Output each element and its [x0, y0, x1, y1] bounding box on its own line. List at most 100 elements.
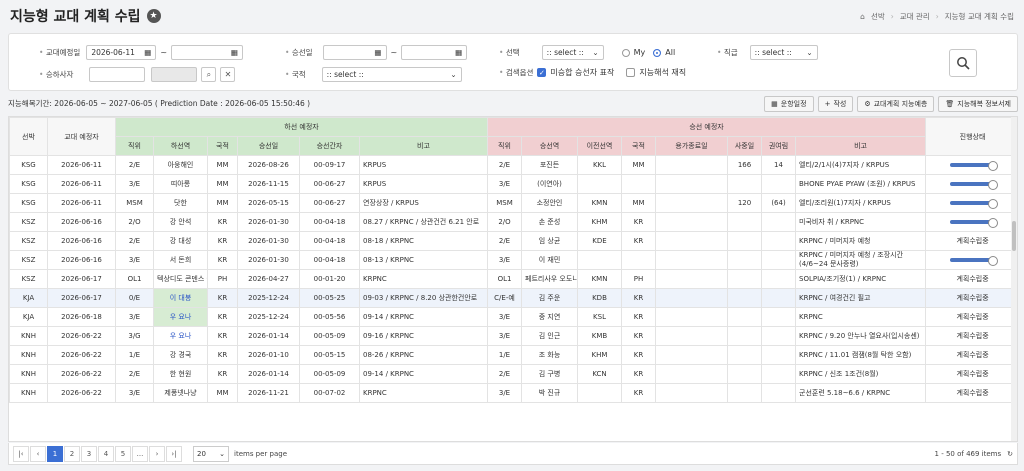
- progress-slider[interactable]: [949, 218, 998, 228]
- table-cell: 임 상균: [521, 231, 578, 251]
- table-cell: 2/O: [487, 212, 522, 232]
- status-cell[interactable]: [925, 155, 1017, 175]
- table-cell: [655, 364, 728, 384]
- table-row[interactable]: KNH 2026-06-22 2/E 한 현원 KR 2026-01-14 00-05-09…: [9, 364, 1017, 384]
- last-page-button[interactable]: ›|: [166, 445, 182, 462]
- chevron-down-icon: ⌄: [592, 48, 599, 57]
- page-size-select[interactable]: 20 ⌄: [193, 445, 229, 462]
- table-row[interactable]: KSG 2026-06-11 MSM 닷한 MM 2026-05-15 00-06-27 연장…: [9, 193, 1017, 213]
- vertical-scrollbar[interactable]: [1011, 117, 1017, 441]
- radio-all[interactable]: [653, 48, 662, 57]
- table-cell: 3/E: [487, 326, 522, 346]
- plan-date-to-input[interactable]: ▦: [171, 45, 244, 60]
- first-page-button[interactable]: |‹: [13, 445, 29, 462]
- column-header[interactable]: 하선역: [153, 136, 208, 156]
- option2-checkbox[interactable]: [626, 68, 636, 77]
- crew-search-button[interactable]: ⌕: [201, 67, 217, 82]
- nation-dropdown[interactable]: :: select :: ⌄: [321, 67, 462, 82]
- column-header[interactable]: 이전선역: [577, 136, 622, 156]
- table-row[interactable]: KSZ 2026-06-16 2/O 강 안석 KR 2026-01-30 00-04-18…: [9, 212, 1017, 232]
- page-button[interactable]: 2: [64, 445, 80, 462]
- table-row[interactable]: KSZ2026-06-17OL1텍상디도 콘덴스 에스세호PH2026-04-2…: [9, 269, 1017, 289]
- page-button[interactable]: 4: [98, 445, 114, 462]
- table-cell: 2025-12-24: [237, 307, 300, 327]
- option1-checkbox[interactable]: ✓: [537, 68, 547, 77]
- table-row[interactable]: KSZ 2026-06-16 3/E 서 돈희 KR 2026-01-30 00-04-18…: [9, 250, 1017, 270]
- status-cell[interactable]: 계획수립중: [925, 231, 1017, 251]
- search-button[interactable]: [949, 49, 977, 77]
- column-header[interactable]: 국적: [207, 136, 238, 156]
- table-row[interactable]: KSG 2026-06-11 3/E 띠아롱 MM 2026-11-15 00-06-27 K…: [9, 174, 1017, 194]
- column-header[interactable]: 권여림: [761, 136, 796, 156]
- table-row[interactable]: KSG 2026-06-11 2/E 아웅해인 MM 2026-08-26 00-09-17…: [9, 155, 1017, 175]
- table-row[interactable]: KJA 2026-06-17 0/E 이 대봉 KR 2025-12-24 00-05-25…: [9, 288, 1017, 308]
- breadcrumb-item[interactable]: 교대 관리: [900, 11, 930, 22]
- radio-my[interactable]: [621, 48, 630, 57]
- status-cell[interactable]: [925, 250, 1017, 270]
- table-row[interactable]: KSZ 2026-06-16 2/E 강 대성 KR 2026-01-30 00-04-18…: [9, 231, 1017, 251]
- table-cell: OL1: [115, 269, 154, 289]
- column-header[interactable]: 승선일: [237, 136, 300, 156]
- table-cell: 조 화능: [521, 345, 578, 365]
- status-cell[interactable]: 계획수립중: [925, 307, 1017, 327]
- star-icon[interactable]: ★: [146, 9, 161, 23]
- status-cell[interactable]: 계획수립중: [925, 345, 1017, 365]
- table-row[interactable]: KNH 2026-06-22 1/E 강 경국 KR 2026-01-10 00-05-15…: [9, 345, 1017, 365]
- prev-page-button[interactable]: ‹: [30, 445, 46, 462]
- page-button[interactable]: 1: [47, 445, 63, 462]
- column-header[interactable]: 선박: [9, 117, 48, 156]
- scrollbar-thumb[interactable]: [1012, 221, 1016, 251]
- table-cell: 3/E: [487, 307, 522, 327]
- table-cell: 이 재민: [521, 250, 578, 270]
- crew-clear-button[interactable]: ✕: [220, 67, 236, 82]
- table-cell: 3/E: [115, 383, 154, 403]
- page-button[interactable]: 3: [81, 445, 97, 462]
- status-cell[interactable]: 계획수립중: [925, 364, 1017, 384]
- predict-button[interactable]: ⚙ 교대계획 지능예층: [857, 95, 935, 112]
- boarding-to-input[interactable]: ▦: [401, 45, 468, 60]
- progress-slider[interactable]: [949, 256, 998, 266]
- table-cell: KNH: [9, 383, 48, 403]
- status-cell[interactable]: 계획수립중: [925, 288, 1017, 308]
- table-row[interactable]: KJA 2026-06-18 3/E 우 요나 KR 2025-12-24 00-05-56…: [9, 307, 1017, 327]
- status-cell[interactable]: [925, 193, 1017, 213]
- refresh-icon[interactable]: ↻: [1007, 450, 1013, 458]
- progress-slider[interactable]: [949, 161, 998, 171]
- status-cell[interactable]: [925, 174, 1017, 194]
- progress-slider[interactable]: [949, 199, 998, 209]
- next-page-button[interactable]: ›: [149, 445, 165, 462]
- breadcrumb-item[interactable]: 선박: [871, 11, 885, 22]
- column-header[interactable]: 승선간자: [299, 136, 360, 156]
- plan-date-from-input[interactable]: 2026-06-11 ▦: [86, 45, 157, 60]
- delete-button[interactable]: 🗑 지능해복 정보서제: [938, 95, 1018, 112]
- column-header[interactable]: 진행상태: [925, 117, 1017, 156]
- table-row[interactable]: KNH 2026-06-22 3/E 제퐁넷나냥 MM 2026-11-21 00-07-0…: [9, 383, 1017, 403]
- schedule-button[interactable]: ▦ 운항일정: [764, 95, 814, 112]
- table-cell: MM: [207, 174, 238, 194]
- column-header[interactable]: 용가종료일: [655, 136, 728, 156]
- table-row[interactable]: KNH 2026-06-22 3/G 우 요나 KR 2026-01-14 00-05-09…: [9, 326, 1017, 346]
- column-header[interactable]: 비고: [794, 136, 927, 156]
- table-cell: [761, 231, 796, 251]
- select-dropdown[interactable]: :: select :: ⌄: [541, 45, 604, 60]
- status-cell[interactable]: [925, 212, 1017, 232]
- column-header[interactable]: 사중일: [727, 136, 762, 156]
- table-cell: [655, 269, 728, 289]
- column-header[interactable]: 교대 예정자: [47, 117, 116, 156]
- column-header[interactable]: 직위: [487, 136, 522, 156]
- status-cell[interactable]: 계획수립중: [925, 269, 1017, 289]
- page-button[interactable]: 5: [115, 445, 131, 462]
- create-button[interactable]: + 작성: [817, 95, 854, 112]
- page-button[interactable]: ...: [132, 445, 148, 462]
- crew-input[interactable]: [89, 67, 146, 82]
- status-cell[interactable]: 계획수립중: [925, 383, 1017, 403]
- column-header[interactable]: 승선역: [521, 136, 578, 156]
- status-cell[interactable]: 계획수립중: [925, 326, 1017, 346]
- rank-dropdown[interactable]: :: select :: ⌄: [749, 45, 818, 60]
- progress-slider[interactable]: [949, 180, 998, 190]
- column-header[interactable]: 비고: [359, 136, 488, 156]
- column-header[interactable]: 직위: [115, 136, 154, 156]
- home-icon[interactable]: ⌂: [860, 12, 865, 21]
- boarding-from-input[interactable]: ▦: [322, 45, 387, 60]
- column-header[interactable]: 국적: [621, 136, 656, 156]
